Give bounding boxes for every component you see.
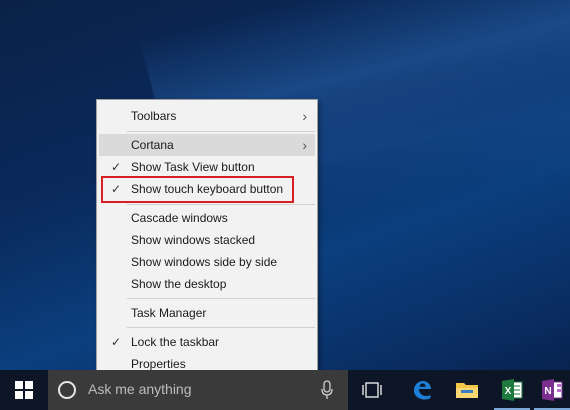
- menu-item-label: Task Manager: [131, 306, 207, 320]
- microphone-icon[interactable]: [320, 380, 334, 400]
- chevron-right-icon: ›: [302, 137, 307, 153]
- cortana-icon: [58, 381, 76, 399]
- menu-item-label: Cascade windows: [131, 211, 228, 225]
- menu-item-label: Show Task View button: [131, 160, 255, 174]
- taskbar-context-menu: Toolbars › Cortana › ✓ Show Task View bu…: [96, 99, 318, 379]
- checkmark-icon: ✓: [110, 335, 122, 349]
- edge-icon: [414, 381, 431, 400]
- menu-item-label: Show windows side by side: [131, 255, 278, 269]
- svg-text:N: N: [544, 386, 551, 397]
- menu-item-task-manager[interactable]: Task Manager: [99, 302, 315, 324]
- taskbar: Ask me anything X N: [0, 370, 570, 410]
- excel-button[interactable]: X: [492, 370, 532, 410]
- menu-item-show-the-desktop[interactable]: Show the desktop: [99, 273, 315, 295]
- menu-item-toolbars[interactable]: Toolbars ›: [99, 105, 315, 127]
- windows-logo-icon: [15, 381, 33, 399]
- onenote-button[interactable]: N: [532, 370, 570, 410]
- highlight-annotation-box: [101, 176, 294, 203]
- menu-item-show-task-view-button[interactable]: ✓ Show Task View button: [99, 156, 315, 178]
- task-view-button[interactable]: [352, 370, 392, 410]
- menu-item-label: Show the desktop: [131, 277, 227, 291]
- menu-item-cortana[interactable]: Cortana ›: [99, 134, 315, 156]
- menu-separator: [127, 204, 315, 205]
- menu-item-label: Lock the taskbar: [131, 335, 220, 349]
- search-placeholder: Ask me anything: [88, 381, 192, 397]
- menu-item-show-windows-side-by-side[interactable]: Show windows side by side: [99, 251, 315, 273]
- chevron-right-icon: ›: [302, 108, 307, 124]
- menu-item-label: Cortana: [131, 138, 174, 152]
- checkmark-icon: ✓: [110, 160, 122, 174]
- menu-item-label: Show windows stacked: [131, 233, 256, 247]
- menu-separator: [127, 298, 315, 299]
- menu-item-show-windows-stacked[interactable]: Show windows stacked: [99, 229, 315, 251]
- menu-item-label: Properties: [131, 357, 186, 371]
- menu-separator: [127, 131, 315, 132]
- excel-icon: X: [502, 379, 523, 401]
- search-box[interactable]: Ask me anything: [48, 370, 348, 410]
- menu-separator: [127, 327, 315, 328]
- task-view-icon: [362, 382, 382, 398]
- file-explorer-button[interactable]: [447, 370, 487, 410]
- start-button[interactable]: [0, 370, 48, 410]
- menu-item-cascade-windows[interactable]: Cascade windows: [99, 207, 315, 229]
- menu-item-lock-the-taskbar[interactable]: ✓ Lock the taskbar: [99, 331, 315, 353]
- menu-item-label: Toolbars: [131, 109, 177, 123]
- folder-icon: [456, 383, 478, 398]
- edge-button[interactable]: [402, 370, 442, 410]
- svg-text:X: X: [505, 386, 512, 397]
- onenote-icon: N: [542, 379, 563, 401]
